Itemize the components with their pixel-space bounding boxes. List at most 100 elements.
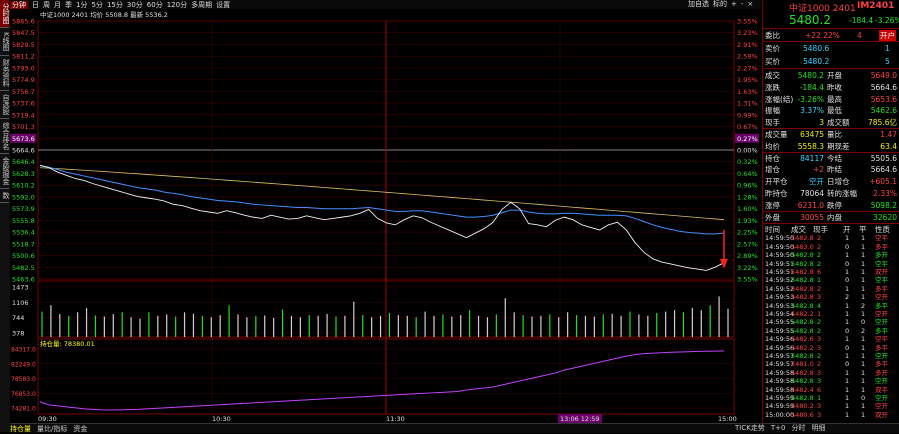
tick-open: 1	[845, 402, 850, 411]
sidebar-tab[interactable]: 分时图	[0, 0, 10, 28]
tick-time: 14:59:56	[765, 335, 795, 344]
oi-label: 78583.0	[11, 376, 36, 383]
tick-nature: 多开	[875, 251, 888, 260]
toolbar-action[interactable]: +	[731, 0, 737, 8]
pct-label: 1.60%	[737, 205, 758, 213]
toolbar-action[interactable]: 加自选	[688, 0, 709, 8]
row-value: 30055	[800, 212, 824, 222]
tick-nature: 双平	[875, 385, 888, 394]
row-value: 6231.0	[797, 200, 824, 210]
tick-nature: 多平	[875, 284, 888, 293]
toolbar-action[interactable]: -	[741, 0, 744, 8]
tick-close: 1	[861, 234, 866, 243]
tick-open: 1	[845, 234, 850, 243]
tick-open: 1	[845, 284, 850, 293]
tick-volume: 3	[817, 410, 822, 419]
row-value: 5653.6	[870, 94, 897, 104]
pct-label: 3.55%	[737, 18, 758, 26]
row-label: 外盘	[765, 212, 780, 222]
toolbar-action[interactable]: 标的	[713, 0, 727, 8]
tick-row: 14:59:58 5482.8 3 1 1 多开	[763, 369, 899, 377]
row-value: 63475	[800, 130, 824, 139]
tick-volume: 1	[817, 394, 822, 402]
view-tab[interactable]: TICK走势	[735, 424, 765, 432]
tick-open: 1	[845, 394, 850, 402]
tick-open: 1	[845, 268, 850, 276]
tick-open: 1	[845, 377, 850, 386]
tick-nature: 多平	[875, 360, 888, 369]
price-label: 5482.5	[12, 264, 35, 272]
row-value: 84117	[800, 153, 824, 163]
volume-label: 378	[12, 330, 24, 338]
tick-row: 14:59:51 5482.8 2 0 1 空平	[763, 260, 899, 268]
tick-volume: 2	[817, 318, 822, 327]
tick-nature: 双开	[875, 410, 888, 419]
row-value: +22.22%	[805, 31, 840, 40]
row-value: -184.4	[799, 82, 824, 92]
tick-price: 5482.8	[791, 284, 814, 293]
pct-label: 1.31%	[737, 100, 758, 108]
oi-label: 82249.0	[11, 361, 36, 368]
sidebar-tab[interactable]: 综合排名	[0, 119, 10, 154]
row-label: 昨持仓	[765, 189, 788, 198]
tick-price: 5482.8	[791, 301, 814, 310]
tick-price: 5483.0	[791, 242, 814, 251]
tick-price: 5482.8	[791, 268, 814, 276]
tick-nature: 空开	[875, 293, 888, 302]
sidebar-tab[interactable]: K线图	[0, 28, 10, 56]
tick-open: 1	[845, 251, 850, 260]
tick-close: 2	[861, 326, 866, 335]
row-label: 涨幅(结)	[765, 94, 794, 104]
toolbar-actions: 加自选 标的 + - ×	[688, 0, 757, 9]
quote-row: 外盘 30055 内盘 32620	[763, 212, 899, 223]
row-value: +605.1	[869, 177, 897, 187]
tick-volume: 2	[817, 284, 822, 293]
tick-row: 15:00:00 5480.6 3 1 1 双开	[763, 411, 899, 419]
tick-volume: 3	[817, 377, 822, 386]
tick-volume: 3	[817, 335, 822, 344]
tick-price: 5482.8	[791, 352, 814, 360]
tick-price: 5482.4	[791, 385, 814, 394]
tick-open: 1	[845, 301, 850, 310]
tick-close: 1	[861, 368, 866, 377]
tick-price: 5482.8	[791, 318, 814, 327]
volume-label: 1473	[12, 284, 29, 292]
tick-time: 14:59:53	[765, 301, 795, 310]
row-label: 最低	[827, 106, 842, 116]
pct-label: 2.91%	[737, 41, 758, 49]
open-account-button[interactable]: 开户	[879, 30, 896, 41]
toolbar-action[interactable]: ×	[747, 0, 753, 8]
price-label: 5592.0	[12, 193, 35, 201]
time-label: 10:30	[212, 415, 231, 423]
tick-price: 5481.0	[791, 360, 814, 369]
tick-nature: 多开	[875, 368, 888, 377]
row-value: 2.33%	[873, 189, 897, 198]
sidebar-tab[interactable]: 金股掘金	[0, 154, 10, 189]
sidebar-tab[interactable]: 数	[0, 189, 10, 203]
row-value: +2	[812, 165, 824, 175]
row-label: 日增仓	[827, 177, 850, 187]
view-tab[interactable]: 明细	[811, 424, 825, 432]
tick-nature: 多平	[875, 301, 888, 310]
row-value: 5098.2	[870, 200, 897, 210]
row-value: 3.37%	[800, 106, 824, 116]
intraday-chart[interactable]: 5865.6 3.55% 5847.5 3.23% 5829.5 2.91% 5811.2 2…	[10, 9, 761, 423]
view-tab[interactable]: T+0	[771, 424, 786, 432]
sidebar-tab[interactable]: 财务资料	[0, 56, 10, 91]
tick-time: 14:59:56	[765, 343, 795, 352]
tick-close: 0	[861, 318, 866, 327]
price-label: 5701.3	[12, 123, 35, 131]
tick-volume: 2	[817, 326, 822, 335]
row-label: 委比	[765, 31, 780, 40]
tick-time: 14:59:52	[765, 276, 795, 285]
row-label: 跌停	[827, 200, 842, 210]
tick-price: 5482.8	[791, 276, 814, 285]
tick-close: 1	[861, 377, 866, 386]
sidebar-tab[interactable]: 自选股	[0, 91, 10, 119]
row-value: 3	[819, 118, 824, 128]
quote-row: 开平仓 空开 日增仓 +605.1	[763, 176, 899, 187]
view-tab[interactable]: 分时	[791, 424, 805, 432]
tick-time: 14:59:54	[765, 310, 795, 318]
price-label: 5463.6	[12, 276, 35, 284]
row-label: 内盘	[827, 212, 842, 222]
